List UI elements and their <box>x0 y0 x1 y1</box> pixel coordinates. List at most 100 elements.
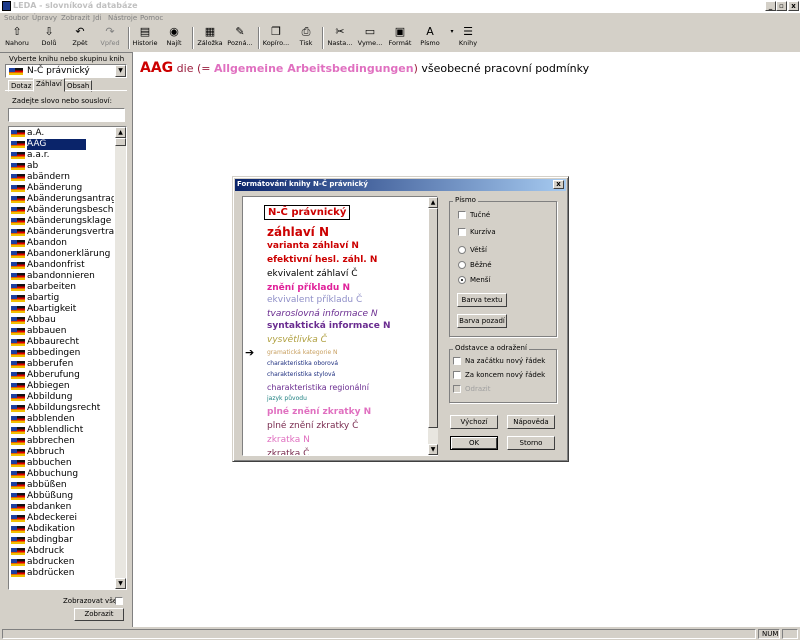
newline-start-checkbox[interactable] <box>453 357 461 365</box>
dolu-button[interactable]: ⇩ Dolů <box>35 26 63 50</box>
historie-button[interactable]: ▤ Historie <box>132 26 158 50</box>
format-preview-item[interactable]: charakteristika stylová <box>267 371 335 378</box>
word-list-item[interactable]: abbuchen <box>10 458 114 469</box>
format-preview-item[interactable]: znění příkladu N <box>267 283 350 293</box>
word-list-item[interactable]: Abbau <box>10 315 114 326</box>
word-list-item[interactable]: abbrechen <box>10 436 114 447</box>
newline-end-checkbox[interactable] <box>453 371 461 379</box>
menu-soubor[interactable]: Soubor <box>4 14 29 22</box>
format-preview-item[interactable]: N-Č právnický <box>264 205 351 220</box>
word-list-item[interactable]: Abandon <box>10 238 114 249</box>
word-list-item[interactable]: abbedingen <box>10 348 114 359</box>
menu-zobrazit[interactable]: Zobrazit <box>61 14 90 22</box>
normal-radio[interactable] <box>458 261 466 269</box>
word-list-scrollbar[interactable]: ▲ ▼ <box>115 127 126 589</box>
show-all-checkbox[interactable] <box>115 597 123 605</box>
format-preview-item[interactable]: ekvivalent příkladu Č <box>267 295 362 305</box>
indent-checkbox[interactable] <box>453 385 461 393</box>
word-list-item[interactable]: Abbiegen <box>10 381 114 392</box>
show-button[interactable]: Zobrazit <box>74 608 124 621</box>
format-preview-list[interactable]: N-Č právnický záhlaví N varianta záhlaví N… <box>242 196 438 456</box>
cancel-button[interactable]: Storno <box>507 436 555 450</box>
word-list-item[interactable]: ab <box>10 161 114 172</box>
word-list-item[interactable]: abandonnieren <box>10 271 114 282</box>
pismo-button[interactable]: A Písmo <box>417 26 443 50</box>
word-list-item[interactable]: abdrücken <box>10 568 114 579</box>
word-list-item[interactable]: Abbüßung <box>10 491 114 502</box>
scroll-down-icon[interactable]: ▼ <box>115 578 126 589</box>
preview-scrollbar[interactable]: ▲ ▼ <box>428 197 438 455</box>
format-preview-item[interactable]: gramatická kategorie N <box>267 349 338 356</box>
word-list-item[interactable]: abberufen <box>10 359 114 370</box>
word-list-item[interactable]: Abänderungsklage <box>10 216 114 227</box>
word-list-item[interactable]: Abandonerklärung <box>10 249 114 260</box>
word-list-item[interactable]: abdrucken <box>10 557 114 568</box>
scroll-up-icon[interactable]: ▲ <box>428 197 438 208</box>
word-list-item[interactable]: Abblendlicht <box>10 425 114 436</box>
word-list[interactable]: a.A. AAG a.a.r. ab abändern Abänderung Abänder… <box>8 126 127 590</box>
word-list-item[interactable]: Abbruch <box>10 447 114 458</box>
format-preview-item[interactable]: plné znění zkratky Č <box>267 421 358 431</box>
word-list-item[interactable]: abdingbar <box>10 535 114 546</box>
word-list-item[interactable]: Abänderungsantrag <box>10 194 114 205</box>
zpet-button[interactable]: ↶ Zpět <box>66 26 94 50</box>
word-list-item[interactable]: abdanken <box>10 502 114 513</box>
format-preview-item[interactable]: zkratka Č <box>267 449 309 455</box>
word-list-item[interactable]: Abdruck <box>10 546 114 557</box>
menu-pomoc[interactable]: Pomoc <box>140 14 163 22</box>
default-button[interactable]: Výchozí <box>450 415 498 429</box>
word-list-item[interactable]: abbauen <box>10 326 114 337</box>
format-preview-item[interactable]: varianta záhlaví N <box>267 241 359 251</box>
word-list-item[interactable]: abarbeiten <box>10 282 114 293</box>
format-preview-item[interactable]: charakteristika oborová <box>267 360 338 367</box>
word-list-item[interactable]: Abänderungsvertrag <box>10 227 114 238</box>
format-button[interactable]: ▣ Formát <box>387 26 413 50</box>
word-list-item[interactable]: Abänderung <box>10 183 114 194</box>
kopirovat-button[interactable]: ❐ Kopíro... <box>262 26 290 50</box>
word-list-item[interactable]: Abandonfrist <box>10 260 114 271</box>
word-list-item[interactable]: abblenden <box>10 414 114 425</box>
vymazat-button[interactable]: ▭ Vyme... <box>357 26 383 50</box>
tisk-button[interactable]: ⎙ Tisk <box>295 26 317 50</box>
format-preview-item[interactable]: efektivní hesl. záhl. N <box>267 255 377 265</box>
chevron-down-icon[interactable]: ▼ <box>115 65 126 77</box>
zalozka-button[interactable]: ▦ Záložka <box>197 26 223 50</box>
scroll-up-icon[interactable]: ▲ <box>115 127 126 138</box>
word-list-item[interactable]: Abänderungsbeschluss <box>10 205 114 216</box>
search-input[interactable] <box>8 108 125 122</box>
word-list-item[interactable]: abändern <box>10 172 114 183</box>
dialog-close-icon[interactable]: x <box>553 180 564 189</box>
minimize-button[interactable]: _ <box>765 1 776 11</box>
close-button[interactable]: x <box>788 1 799 11</box>
najit-button[interactable]: ◉ Najít <box>161 26 187 50</box>
maximize-button[interactable]: ▫ <box>776 1 787 11</box>
format-preview-item[interactable]: charakteristika regionální <box>267 383 369 392</box>
nastaveni-button[interactable]: ✂ Nasta... <box>327 26 353 50</box>
scroll-thumb[interactable] <box>428 208 438 428</box>
format-preview-item[interactable]: ekvivalent záhlaví Č <box>267 269 357 279</box>
word-list-item[interactable]: Abdikation <box>10 524 114 535</box>
format-preview-item[interactable]: zkratka N <box>267 435 310 445</box>
ok-button[interactable]: OK <box>450 436 498 450</box>
format-preview-item[interactable]: vysvětlivka Č <box>267 335 327 345</box>
knihy-button[interactable]: ☰ Knihy <box>455 26 481 50</box>
poznamka-button[interactable]: ✎ Pozná... <box>226 26 254 50</box>
menu-nastroje[interactable]: Nástroje <box>108 14 137 22</box>
word-list-item[interactable]: Abbildungsrecht <box>10 403 114 414</box>
format-preview-item[interactable]: tvaroslovná informace N <box>267 309 378 319</box>
word-list-item[interactable]: a.a.r. <box>10 150 114 161</box>
tab-zahlavi[interactable]: Záhlaví <box>33 78 65 92</box>
nahoru-button[interactable]: ⇧ Nahoru <box>3 26 31 50</box>
word-list-item[interactable]: Abbildung <box>10 392 114 403</box>
scroll-thumb[interactable] <box>115 138 126 146</box>
word-list-item[interactable]: Abartigkeit <box>10 304 114 315</box>
vpred-button[interactable]: ↷ Vpřed <box>96 26 124 50</box>
italic-checkbox[interactable] <box>458 228 466 236</box>
menu-jdi[interactable]: Jdi <box>93 14 101 22</box>
format-preview-item[interactable]: plné znění zkratky N <box>267 407 371 417</box>
text-color-button[interactable]: Barva textu <box>457 293 507 307</box>
background-color-button[interactable]: Barva pozadí <box>457 314 507 328</box>
word-list-item[interactable]: abbüßen <box>10 480 114 491</box>
bold-checkbox[interactable] <box>458 211 466 219</box>
format-preview-item[interactable]: syntaktická informace N <box>267 321 391 331</box>
